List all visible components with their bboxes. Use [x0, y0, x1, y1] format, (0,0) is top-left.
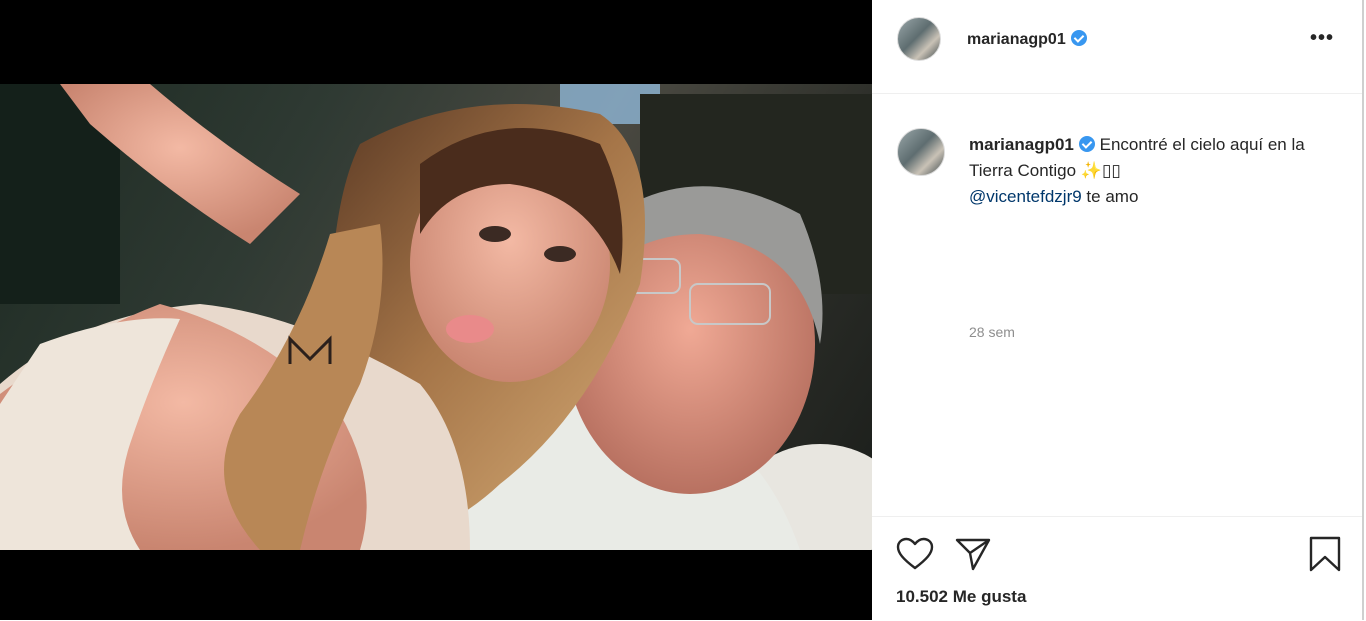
caption-missing-glyphs: ▯▯ — [1102, 161, 1121, 180]
caption-author-avatar[interactable] — [897, 128, 945, 176]
sparkle-emoji: ✨ — [1080, 161, 1102, 180]
post-time[interactable]: 28 sem — [969, 324, 1015, 340]
verified-badge-icon — [1070, 30, 1087, 46]
likes-number[interactable]: 10.502 — [896, 587, 948, 606]
post-sidebar: marianagp01 ••• marianagp01 Encontré el … — [872, 0, 1364, 620]
verified-badge-icon — [1078, 136, 1095, 152]
caption-tail: te amo — [1081, 187, 1139, 206]
post-header: marianagp01 ••• — [872, 0, 1362, 94]
photo-illustration — [0, 84, 872, 550]
post-media[interactable] — [0, 0, 872, 620]
paper-plane-icon[interactable] — [954, 536, 992, 572]
author-username[interactable]: marianagp01 — [967, 30, 1087, 49]
author-avatar[interactable] — [897, 17, 941, 61]
caption-comment: marianagp01 Encontré el cielo aquí en la… — [872, 94, 1362, 517]
likes-count[interactable]: 10.502 Me gusta — [896, 587, 1026, 607]
mention-link[interactable]: @vicentefdzjr9 — [969, 187, 1082, 206]
more-options-icon[interactable]: ••• — [1310, 28, 1334, 48]
author-username-text[interactable]: marianagp01 — [967, 31, 1066, 48]
post-actions: 10.502 Me gusta — [872, 516, 1362, 621]
likes-label[interactable]: Me gusta — [953, 587, 1027, 606]
bookmark-icon[interactable] — [1308, 535, 1342, 573]
caption-author-username[interactable]: marianagp01 — [969, 135, 1074, 154]
caption-text-block: marianagp01 Encontré el cielo aquí en la… — [969, 132, 1339, 210]
heart-icon[interactable] — [896, 537, 934, 571]
post-photo[interactable] — [0, 84, 872, 550]
